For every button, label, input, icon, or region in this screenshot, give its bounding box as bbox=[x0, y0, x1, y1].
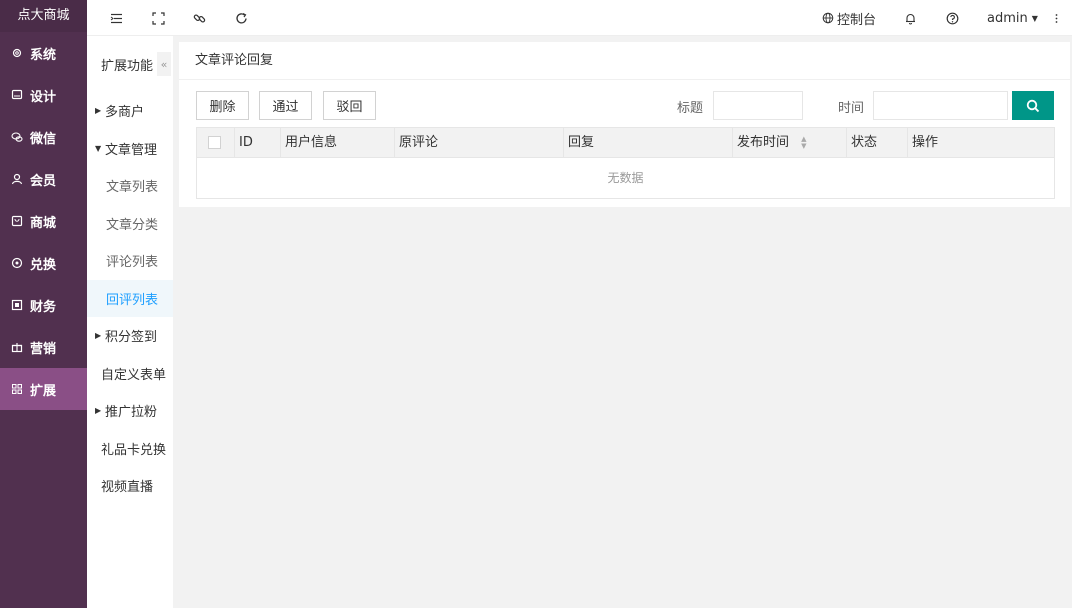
nav-label: 扩展 bbox=[30, 383, 57, 399]
refresh-icon[interactable] bbox=[233, 10, 249, 26]
time-filter-input[interactable] bbox=[873, 91, 1008, 120]
user-menu[interactable]: admin ▼ bbox=[987, 0, 1038, 36]
user-name: admin bbox=[987, 10, 1028, 26]
subnav-item-custom-form[interactable]: 自定义表单 bbox=[87, 355, 173, 393]
search-icon bbox=[1026, 99, 1040, 113]
gear-icon bbox=[10, 46, 24, 60]
subnav-group-multi-merchant[interactable]: ▶ 多商户 bbox=[87, 92, 173, 130]
user-icon bbox=[10, 172, 24, 186]
subnav-label: 文章管理 bbox=[105, 142, 158, 158]
column-actions: 操作 bbox=[907, 128, 1054, 158]
console-label: 控制台 bbox=[837, 12, 877, 28]
subnav-group-checkin[interactable]: ▶ 积分签到 bbox=[87, 317, 173, 355]
nav-label: 财务 bbox=[30, 299, 57, 315]
select-all-checkbox[interactable] bbox=[208, 136, 221, 149]
globe-icon bbox=[822, 12, 834, 24]
title-filter-input[interactable] bbox=[713, 91, 803, 120]
sort-icon[interactable]: ▲ ▼ bbox=[801, 135, 806, 150]
time-filter-label: 时间 bbox=[838, 101, 865, 116]
nav-item-exchange[interactable]: 兑换 bbox=[0, 242, 87, 284]
subnav-item-article-category[interactable]: 文章分类 bbox=[87, 205, 173, 243]
column-publish-time[interactable]: 发布时间 ▲ ▼ bbox=[732, 128, 846, 158]
nav-item-system[interactable]: 系统 bbox=[0, 32, 87, 74]
reply-table: ID 用户信息 原评论 回复 发布时间 ▲ ▼ 状态 操作 无数据 bbox=[196, 127, 1055, 199]
subnav-item-article-list[interactable]: 文章列表 bbox=[87, 167, 173, 205]
grid-icon bbox=[10, 382, 24, 396]
gift-icon bbox=[10, 340, 24, 354]
nav-item-marketing[interactable]: 营销 bbox=[0, 326, 87, 368]
nav-item-member[interactable]: 会员 bbox=[0, 158, 87, 200]
select-all-cell bbox=[197, 128, 234, 158]
subnav-label: 积分签到 bbox=[105, 330, 158, 346]
brand-logo[interactable]: 点大商城 bbox=[0, 0, 87, 32]
menu-toggle-icon[interactable] bbox=[108, 10, 124, 26]
subnav-group-promotion[interactable]: ▶ 推广拉粉 bbox=[87, 392, 173, 430]
caret-right-icon: ▶ bbox=[95, 406, 102, 416]
caret-right-icon: ▶ bbox=[95, 106, 102, 116]
column-label: 发布时间 bbox=[737, 135, 790, 150]
wechat-icon bbox=[10, 130, 24, 144]
subnav-item-reply-list[interactable]: 回评列表 bbox=[87, 279, 173, 317]
reject-button[interactable]: 驳回 bbox=[323, 91, 376, 120]
caret-down-icon: ▼ bbox=[95, 143, 102, 153]
finance-icon bbox=[10, 298, 24, 312]
bell-icon[interactable] bbox=[902, 10, 918, 26]
nav-label: 会员 bbox=[30, 173, 57, 189]
nav-item-wechat[interactable]: 微信 bbox=[0, 116, 87, 158]
nav-label: 微信 bbox=[30, 131, 57, 147]
subnav-group-article[interactable]: ▼ 文章管理 bbox=[87, 130, 173, 168]
link-icon[interactable] bbox=[191, 10, 207, 26]
exchange-icon bbox=[10, 256, 24, 270]
nav-item-shop[interactable]: 商城 bbox=[0, 200, 87, 242]
caret-down-icon: ▼ bbox=[1031, 13, 1038, 23]
column-user-info: 用户信息 bbox=[280, 128, 394, 158]
subnav-label: 推广拉粉 bbox=[105, 405, 158, 421]
subnav-item-gift-card[interactable]: 礼品卡兑换 bbox=[87, 430, 173, 468]
sub-sidebar: 扩展功能 « ▶ 多商户 ▼ 文章管理 文章列表 文章分类 评论列表 回评列表 … bbox=[87, 36, 173, 608]
console-link[interactable]: 控制台 bbox=[822, 0, 876, 36]
table-header: ID 用户信息 原评论 回复 发布时间 ▲ ▼ 状态 操作 bbox=[197, 128, 1054, 158]
caret-right-icon: ▶ bbox=[95, 331, 102, 341]
nav-label: 设计 bbox=[30, 89, 57, 105]
nav-label: 兑换 bbox=[30, 257, 57, 273]
collapse-icon[interactable]: « bbox=[157, 52, 171, 76]
subnav-item-live-video[interactable]: 视频直播 bbox=[87, 467, 173, 505]
more-vertical-icon[interactable] bbox=[1048, 10, 1064, 26]
shop-icon bbox=[10, 214, 24, 228]
nav-item-design[interactable]: 设计 bbox=[0, 74, 87, 116]
column-original-comment: 原评论 bbox=[394, 128, 563, 158]
title-filter-label: 标题 bbox=[677, 101, 704, 116]
nav-item-finance[interactable]: 财务 bbox=[0, 284, 87, 326]
nav-label: 营销 bbox=[30, 341, 57, 357]
top-bar: 控制台 admin ▼ bbox=[87, 0, 1072, 36]
main-panel: 文章评论回复 删除 通过 驳回 标题 时间 ID 用户信息 原评论 回复 发布时… bbox=[179, 42, 1070, 207]
search-button[interactable] bbox=[1012, 91, 1054, 120]
column-reply: 回复 bbox=[563, 128, 732, 158]
column-status: 状态 bbox=[846, 128, 907, 158]
monitor-icon bbox=[10, 88, 24, 102]
column-id: ID bbox=[234, 128, 280, 158]
approve-button[interactable]: 通过 bbox=[259, 91, 312, 120]
page-title: 文章评论回复 bbox=[179, 42, 1070, 80]
subnav-label: 多商户 bbox=[105, 105, 145, 121]
help-icon[interactable] bbox=[944, 10, 960, 26]
nav-label: 系统 bbox=[30, 47, 57, 63]
fullscreen-icon[interactable] bbox=[150, 10, 166, 26]
nav-label: 商城 bbox=[30, 215, 57, 231]
nav-item-extension[interactable]: 扩展 bbox=[0, 368, 87, 410]
empty-state: 无数据 bbox=[607, 171, 644, 185]
main-sidebar: 点大商城 系统 设计 微信 会员 商城 兑换 财务 营销 扩展 bbox=[0, 0, 87, 608]
delete-button[interactable]: 删除 bbox=[196, 91, 249, 120]
subnav-item-comment-list[interactable]: 评论列表 bbox=[87, 242, 173, 280]
